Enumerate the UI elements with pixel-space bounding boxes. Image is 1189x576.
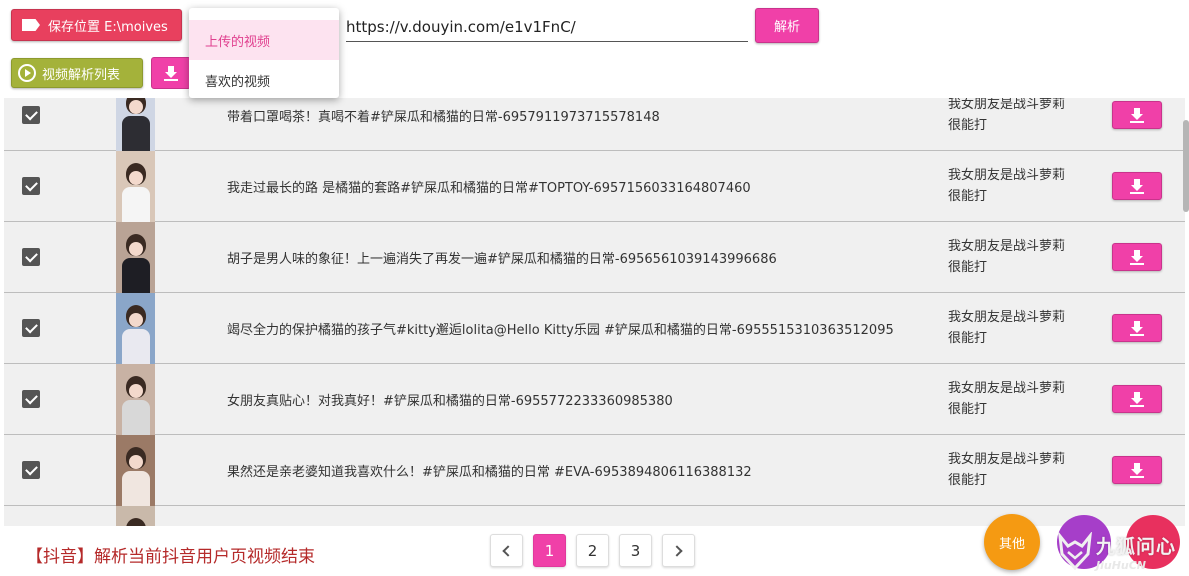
video-thumbnail [116,222,155,293]
download-button[interactable] [1112,385,1162,413]
download-icon [1130,108,1144,123]
author-line-1: 我女朋友是战斗萝莉 [948,98,1066,112]
download-button[interactable] [1112,101,1162,129]
video-thumbnail [116,98,155,151]
author-line-1: 我女朋友是战斗萝莉 [948,239,1066,254]
video-title: 果然还是亲老婆知道我喜欢什么！#铲屎瓜和橘猫的日常 #EVA-695389480… [227,464,752,480]
download-icon [1130,321,1144,336]
video-list-button[interactable]: 视频解析列表 [11,58,143,88]
watermark-en-text: JiuHuCN [1096,559,1147,572]
watermark: 九狐问心 JiuHuCN [1058,528,1186,576]
download-button[interactable] [1112,243,1162,271]
table-row: 果然还是亲老婆知道我喜欢什么！#铲屎瓜和橘猫的日常 #EVA-695389480… [4,435,1185,506]
download-icon [164,66,178,81]
video-author: 我女朋友是战斗萝莉 很能打 [948,236,1088,278]
checkbox-checked-icon[interactable] [22,106,40,124]
table-row: 竭尽全力的保护橘猫的孩子气#kitty邂逅lolita@Hello Kitty乐… [4,293,1185,364]
download-icon [1130,250,1144,265]
checkbox-checked-icon[interactable] [22,390,40,408]
download-all-button[interactable] [151,57,191,89]
video-thumbnail [116,293,155,364]
author-line-1: 我女朋友是战斗萝莉 [948,168,1066,183]
save-location-label: 保存位置 E:\moives [48,19,168,35]
save-location-button[interactable]: 保存位置 E:\moives [11,9,182,41]
video-table: 带着口罩喝茶！真喝不着#铲屎瓜和橘猫的日常-695791197371557814… [4,98,1185,526]
prev-page-button[interactable] [490,534,523,567]
checkbox-checked-icon[interactable] [22,461,40,479]
parse-button[interactable]: 解析 [755,8,819,43]
video-author: 我女朋友是战斗萝莉 很能打 [948,165,1088,207]
url-input[interactable] [346,12,748,42]
dropdown-item-liked[interactable]: 喜欢的视频 [189,60,339,100]
video-thumbnail [116,435,155,506]
pagination: 1 2 3 [490,534,695,567]
table-row: 女朋友真贴心！对我真好！#铲屎瓜和橘猫的日常-69557722333609853… [4,364,1185,435]
checkbox-checked-icon[interactable] [22,248,40,266]
video-author: 我女朋友是战斗萝莉 很能打 [948,307,1088,349]
table-scrollbar[interactable] [1183,120,1189,212]
watermark-cn-text: 九狐问心 [1096,536,1177,558]
author-line-2: 很能打 [948,189,988,204]
checkbox-checked-icon[interactable] [22,177,40,195]
table-row: 胡子是男人味的象征！上一遍消失了再发一遍#铲屎瓜和橘猫的日常-695656103… [4,222,1185,293]
video-title: 我走过最长的路 是橘猫的套路#铲屎瓜和橘猫的日常#TOPTOY-69571560… [227,180,751,196]
author-line-2: 很能打 [948,331,988,346]
chevron-right-icon [671,544,683,557]
download-button[interactable] [1112,456,1162,484]
dropdown-item-uploaded[interactable]: 上传的视频 [189,20,339,60]
video-title: 带着口罩喝茶！真喝不着#铲屎瓜和橘猫的日常-695791197371557814… [227,109,660,125]
chevron-left-icon [502,544,514,557]
author-line-2: 很能打 [948,118,988,133]
download-button[interactable] [1112,314,1162,342]
table-row: 带着口罩喝茶！真喝不着#铲屎瓜和橘猫的日常-695791197371557814… [4,98,1185,151]
page-3-button[interactable]: 3 [619,534,652,567]
author-line-1: 我女朋友是战斗萝莉 [948,452,1066,467]
fox-logo-icon [1058,532,1092,571]
download-icon [1130,392,1144,407]
video-author: 我女朋友是战斗萝莉 很能打 [948,378,1088,420]
video-type-dropdown: 上传的视频 喜欢的视频 [189,8,339,98]
author-line-1: 我女朋友是战斗萝莉 [948,310,1066,325]
tag-icon [22,19,40,31]
download-icon [1130,179,1144,194]
author-line-1: 我女朋友是战斗萝莉 [948,381,1066,396]
video-thumbnail [116,151,155,222]
video-title: 竭尽全力的保护橘猫的孩子气#kitty邂逅lolita@Hello Kitty乐… [227,322,894,338]
other-fab-button[interactable]: 其他 [984,514,1040,570]
author-line-2: 很能打 [948,473,988,488]
video-list-label: 视频解析列表 [42,67,121,83]
table-row: 我走过最长的路 是橘猫的套路#铲屎瓜和橘猫的日常#TOPTOY-69571560… [4,151,1185,222]
author-line-2: 很能打 [948,402,988,417]
checkbox-checked-icon[interactable] [22,319,40,337]
status-text: 【抖音】解析当前抖音用户页视频结束 [26,547,315,567]
next-page-button[interactable] [662,534,695,567]
toolbar: 保存位置 E:\moives 解析 视频解析列表 [0,0,1189,98]
video-thumbnail [116,364,155,435]
page-1-button[interactable]: 1 [533,534,566,567]
author-line-2: 很能打 [948,260,988,275]
video-author: 我女朋友是战斗萝莉 很能打 [948,98,1088,136]
video-title: 女朋友真贴心！对我真好！#铲屎瓜和橘猫的日常-69557722333609853… [227,393,673,409]
video-author: 我女朋友是战斗萝莉 很能打 [948,449,1088,491]
play-circle-icon [18,64,36,82]
download-icon [1130,463,1144,478]
video-title: 胡子是男人味的象征！上一遍消失了再发一遍#铲屎瓜和橘猫的日常-695656103… [227,251,777,267]
page-2-button[interactable]: 2 [576,534,609,567]
download-button[interactable] [1112,172,1162,200]
video-thumbnail [116,506,155,526]
